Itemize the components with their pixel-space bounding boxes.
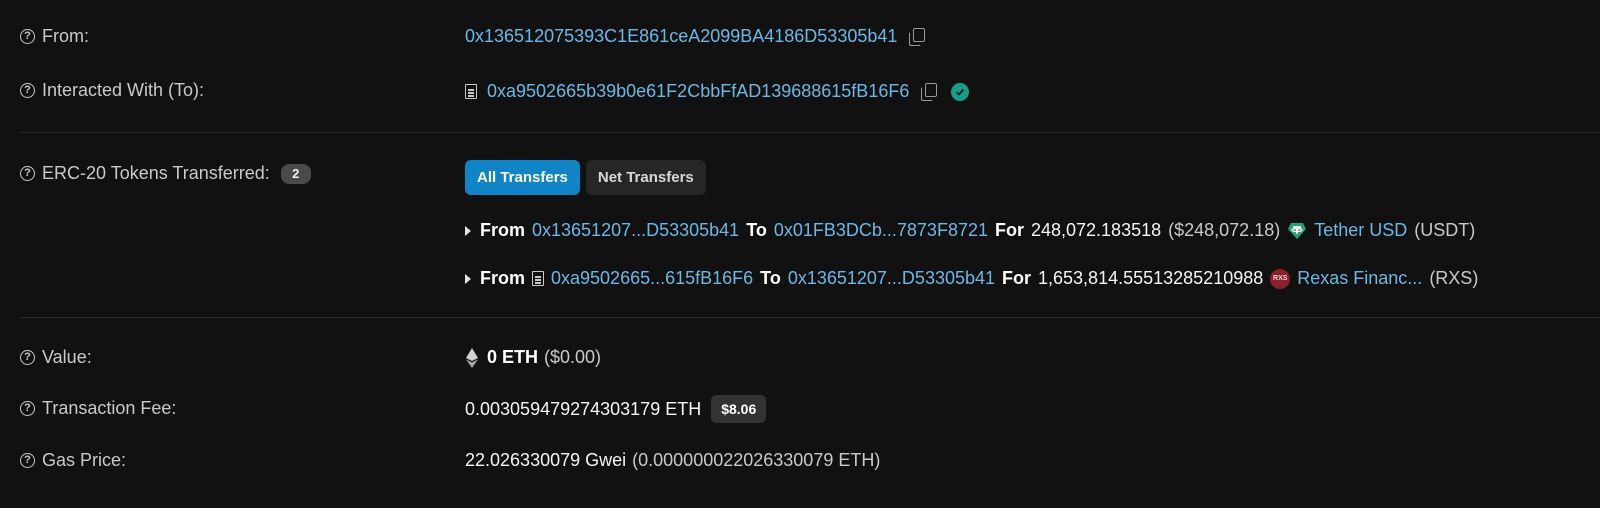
transfer-to-link[interactable]: 0x01FB3DCb...7873F8721 — [774, 220, 988, 241]
tab-all-transfers[interactable]: All Transfers — [465, 160, 580, 195]
gas-eth: (0.000000022026330079 ETH) — [632, 450, 881, 470]
expand-caret-icon[interactable] — [465, 225, 471, 236]
transfer-usd: ($248,072.18) — [1168, 220, 1281, 240]
gas-label-group: ? Gas Price: — [20, 450, 126, 471]
contract-address-link[interactable]: 0xa9502665b39b0e61F2CbbFfAD139688615fB16… — [487, 81, 909, 102]
fee-label-group: ? Transaction Fee: — [20, 398, 176, 419]
erc20-label: ERC-20 Tokens Transferred: — [42, 163, 270, 183]
help-icon[interactable]: ? — [20, 29, 35, 44]
help-icon[interactable]: ? — [20, 401, 35, 416]
for-word: For — [1002, 268, 1032, 288]
contract-document-icon — [532, 271, 544, 286]
value-label-group: ? Value: — [20, 347, 92, 368]
from-label-group: ? From: — [20, 26, 89, 47]
interacted-with-label: Interacted With (To): — [42, 80, 205, 100]
from-label: From: — [42, 26, 89, 46]
value-label: Value: — [42, 347, 92, 367]
gas-value: 22.026330079 Gwei (0.000000022026330079 … — [465, 450, 880, 471]
help-icon[interactable]: ? — [20, 453, 35, 468]
transfer-from-link[interactable]: 0xa9502665...615fB16F6 — [551, 268, 753, 289]
value-usd: ($0.00) — [544, 347, 602, 367]
token-link-tether[interactable]: Tether USD — [1314, 220, 1407, 241]
value-value: 0 ETH ($0.00) — [465, 347, 601, 368]
transfer-amount: 1,653,814.55513285210988 — [1038, 268, 1264, 288]
expand-caret-icon[interactable] — [465, 273, 471, 284]
transfer-row-1: From 0x13651207...D53305b41 To 0x01FB3DC… — [465, 220, 1475, 241]
fee-value: 0.003059479274303179 ETH $8.06 — [465, 395, 767, 423]
gas-amount: 22.026330079 Gwei — [465, 450, 627, 470]
section-divider — [20, 132, 1600, 133]
rexas-icon: RXS — [1270, 268, 1291, 289]
transfer-from-link[interactable]: 0x13651207...D53305b41 — [532, 220, 739, 241]
token-link-rexas[interactable]: Rexas Financ... — [1297, 268, 1422, 289]
from-word: From — [480, 220, 525, 240]
token-symbol: (USDT) — [1414, 220, 1476, 240]
copy-icon[interactable] — [909, 27, 926, 46]
transfer-tabs: All Transfers Net Transfers — [465, 160, 706, 195]
contract-document-icon — [465, 84, 477, 99]
to-word: To — [760, 268, 781, 288]
for-word: For — [994, 220, 1024, 240]
ethereum-icon — [465, 347, 479, 368]
fee-usd-badge[interactable]: $8.06 — [711, 395, 767, 423]
erc20-label-group: ? ERC-20 Tokens Transferred: 2 — [20, 163, 311, 184]
fee-label: Transaction Fee: — [42, 398, 177, 418]
value-amount: 0 ETH — [487, 347, 539, 367]
copy-icon[interactable] — [921, 82, 938, 101]
fee-amount: 0.003059479274303179 ETH — [465, 398, 702, 419]
tab-net-transfers[interactable]: Net Transfers — [585, 160, 706, 195]
gas-label: Gas Price: — [42, 450, 127, 470]
section-divider — [20, 317, 1600, 318]
from-word: From — [480, 268, 525, 288]
transfer-to-link[interactable]: 0x13651207...D53305b41 — [788, 268, 995, 289]
transfer-row-2: From 0xa9502665...615fB16F6 To 0x1365120… — [465, 268, 1478, 289]
help-icon[interactable]: ? — [20, 350, 35, 365]
transaction-details-panel: ? From: 0x136512075393C1E861ceA2099BA418… — [0, 0, 1600, 508]
from-value: 0x136512075393C1E861ceA2099BA4186D53305b… — [465, 26, 926, 47]
to-word: To — [746, 220, 767, 240]
transfer-count-badge: 2 — [280, 163, 311, 184]
verified-check-icon — [951, 82, 970, 101]
interacted-with-value: 0xa9502665b39b0e61F2CbbFfAD139688615fB16… — [465, 81, 970, 102]
transfer-amount: 248,072.183518 — [1030, 220, 1162, 240]
help-icon[interactable]: ? — [20, 166, 35, 181]
help-icon[interactable]: ? — [20, 83, 35, 98]
tether-icon — [1287, 221, 1307, 241]
interacted-label-group: ? Interacted With (To): — [20, 80, 204, 101]
from-address-link[interactable]: 0x136512075393C1E861ceA2099BA4186D53305b… — [465, 26, 897, 47]
token-symbol: (RXS) — [1429, 268, 1479, 288]
